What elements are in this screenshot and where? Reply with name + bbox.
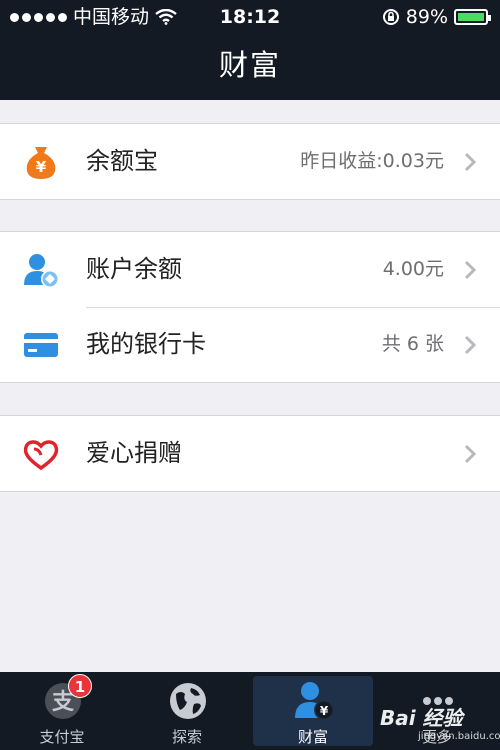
wealth-user-icon: ¥ [295,682,334,720]
watermark-url: jingyan.baidu.com [418,731,500,742]
svg-text:¥: ¥ [320,704,329,718]
list-item-donation[interactable]: 爱心捐赠 [0,416,500,491]
battery-icon [454,9,491,25]
account-user-icon [24,254,59,288]
chevron-right-icon [464,152,476,172]
baidu-watermark: Bai 经验 jingyan.baidu.com [374,700,500,750]
list-item-yuebao[interactable]: ¥ 余额宝 昨日收益:0.03元 [0,124,500,199]
row-label: 我的银行卡 [86,330,206,358]
group-donation: 爱心捐赠 [0,415,500,492]
page-title: 财富 [218,48,281,82]
tab-explore[interactable]: 探索 [127,672,247,750]
rotation-lock-icon [382,9,399,25]
list-item-bank-cards[interactable]: 我的银行卡 共 6 张 [0,307,500,382]
money-bag-icon: ¥ [26,147,56,179]
row-value: 4.00元 [382,258,444,280]
group-yuebao: ¥ 余额宝 昨日收益:0.03元 [0,123,500,200]
heart-icon [23,440,59,471]
chevron-right-icon [464,335,476,355]
row-label: 爱心捐赠 [86,439,182,467]
list-item-account-balance[interactable]: 账户余额 4.00元 [0,232,500,307]
tab-wealth[interactable]: ¥ 财富 [253,676,373,746]
battery-percent: 89% [405,6,448,28]
chevron-right-icon [464,444,476,464]
globe-icon [170,683,206,719]
top-bar: 中国移动 18:12 89% 财富 [0,0,500,100]
group-account: 账户余额 4.00元 我的银行卡 共 6 张 [0,231,500,383]
row-label: 余额宝 [86,147,158,175]
row-value: 昨日收益:0.03元 [300,150,444,172]
notification-badge: 1 [68,674,92,698]
status-right: 89% [382,0,491,34]
tab-label: 支付宝 [39,728,85,746]
status-bar: 中国移动 18:12 89% [0,0,500,34]
tab-label: 探索 [171,728,202,746]
tab-label: 财富 [297,728,328,746]
row-value: 共 6 张 [381,333,444,355]
row-label: 账户余额 [86,255,182,283]
svg-text:¥: ¥ [36,158,47,176]
watermark-brand: Bai 经验 [380,706,463,730]
chevron-right-icon [464,260,476,280]
tab-alipay[interactable]: 支 1 支付宝 [2,672,122,750]
bank-card-icon [24,333,58,357]
